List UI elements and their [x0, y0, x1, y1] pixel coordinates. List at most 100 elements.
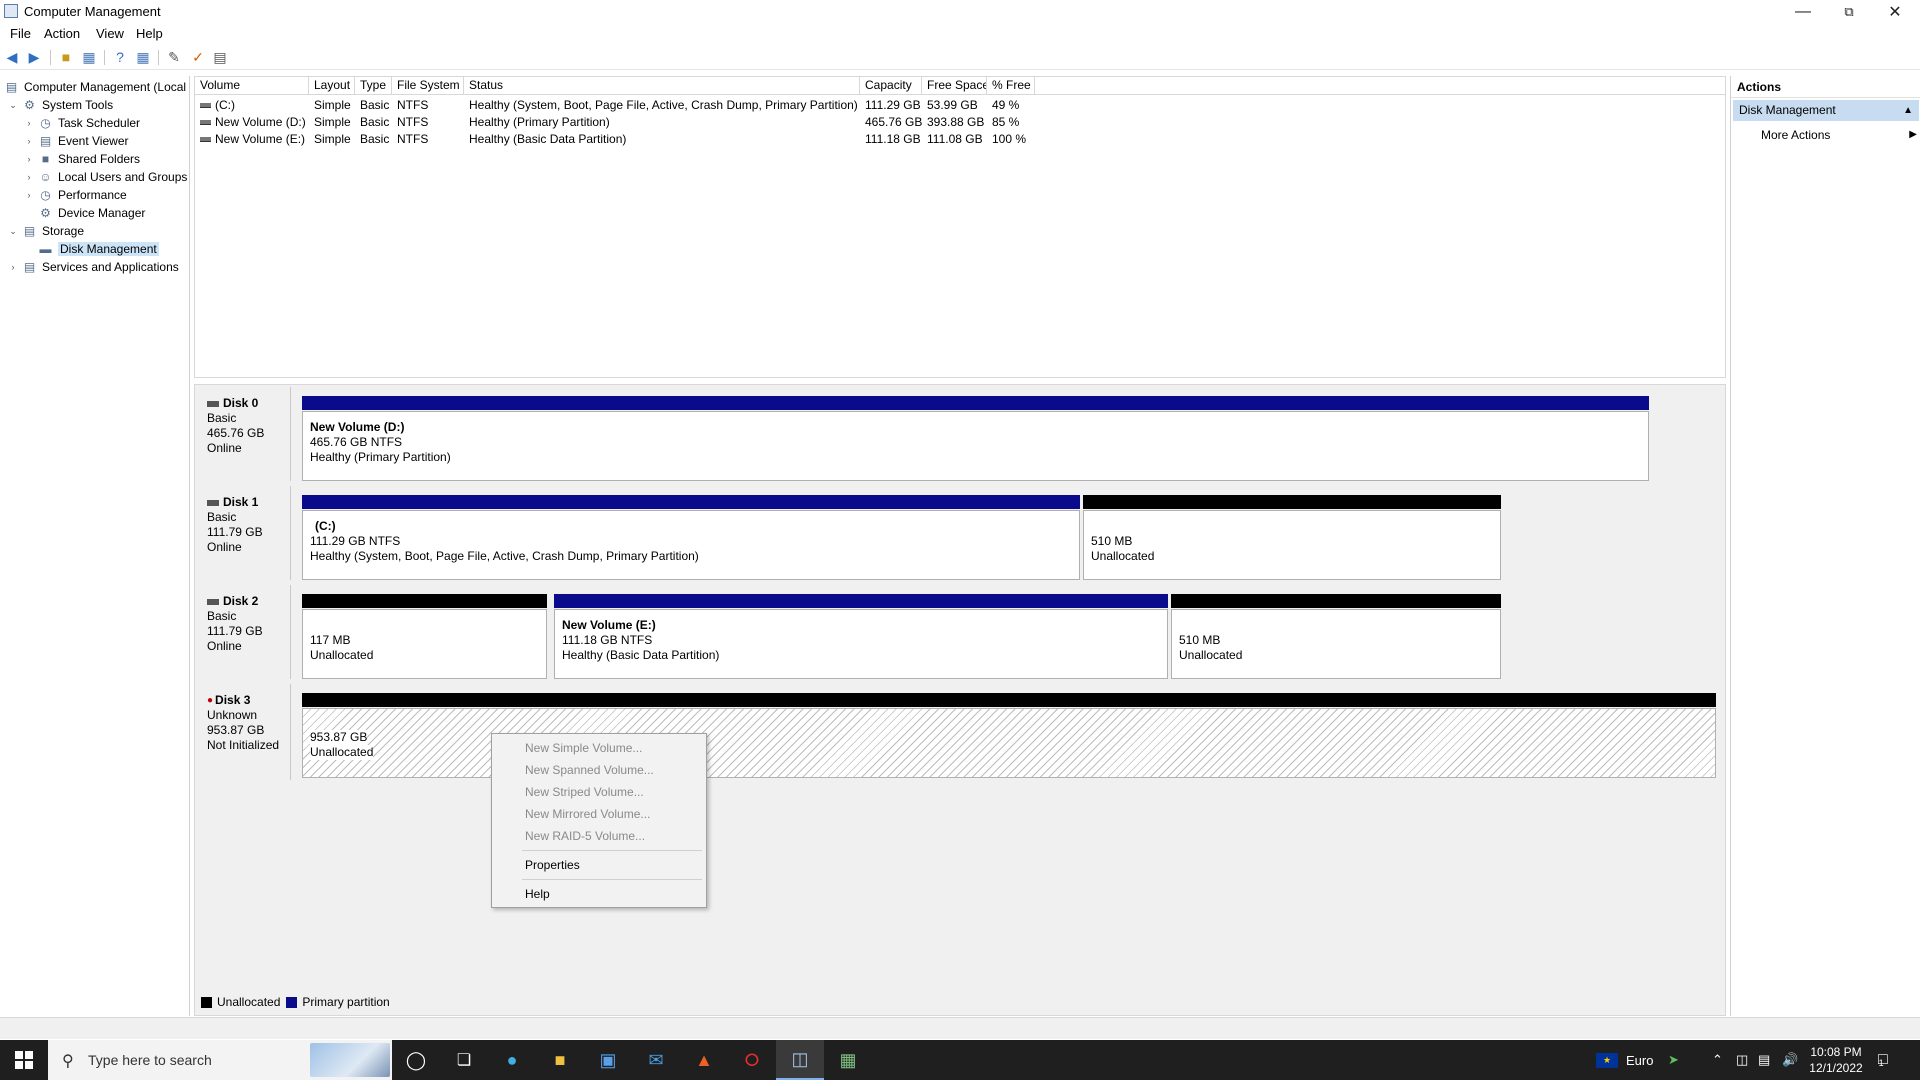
- currency-label[interactable]: Euro: [1626, 1040, 1653, 1080]
- disk-1-label[interactable]: Disk 1 Basic 111.79 GB Online: [197, 486, 291, 580]
- minimize-button[interactable]: —: [1780, 0, 1826, 23]
- expand-right-icon[interactable]: ›: [24, 136, 34, 146]
- table-cell: (C:): [195, 97, 309, 114]
- unallocated-bar: [302, 594, 547, 608]
- expand-right-icon[interactable]: ›: [24, 190, 34, 200]
- primary-partition-swatch: [286, 996, 298, 1008]
- title-bar: Computer Management — ⧉ ✕: [0, 0, 1920, 23]
- menu-action[interactable]: Action: [44, 26, 80, 41]
- table-row[interactable]: New Volume (E:) Simple Basic NTFS Healthy (B…: [195, 131, 1725, 148]
- edge-browser-icon[interactable]: ●: [488, 1040, 536, 1080]
- tree-item-shared-folders[interactable]: › ■ Shared Folders: [4, 150, 187, 168]
- column-header--free[interactable]: % Free: [987, 77, 1035, 95]
- tree-item-system-tools[interactable]: ⌄ ⚙ System Tools: [4, 96, 187, 114]
- partition-c-volume[interactable]: (C:) 111.29 GB NTFS Healthy (System, Boo…: [302, 495, 1080, 580]
- menu-new-striped-volume[interactable]: New Striped Volume...: [525, 785, 644, 799]
- device-icon[interactable]: ◫: [1736, 1040, 1748, 1080]
- expand-right-icon[interactable]: ›: [24, 172, 34, 182]
- column-header-layout[interactable]: Layout: [309, 77, 355, 95]
- menu-new-simple-volume[interactable]: New Simple Volume...: [525, 741, 642, 755]
- expand-down-icon[interactable]: ⌄: [8, 100, 18, 111]
- tree-label: Shared Folders: [58, 152, 141, 166]
- tree-item-task-scheduler[interactable]: › ◷ Task Scheduler: [4, 114, 187, 132]
- unallocated-bar: [302, 693, 1716, 707]
- menu-new-mirrored-volume[interactable]: New Mirrored Volume...: [525, 807, 650, 821]
- column-header-volume[interactable]: Volume: [195, 77, 309, 95]
- tray-app-icon[interactable]: ➤: [1668, 1040, 1679, 1080]
- disk-0-label[interactable]: Disk 0 Basic 465.76 GB Online: [197, 387, 291, 481]
- start-button[interactable]: [0, 1040, 48, 1080]
- tree-label: Local Users and Groups: [58, 170, 188, 184]
- tree-item-disk-management[interactable]: ▬ Disk Management: [4, 240, 187, 258]
- close-button[interactable]: ✕: [1872, 0, 1918, 23]
- tree-item-services-and-applications[interactable]: › ▤ Services and Applications: [4, 258, 187, 276]
- menu-properties[interactable]: Properties: [525, 858, 580, 872]
- column-header-file-system[interactable]: File System: [392, 77, 464, 95]
- opera-browser-icon[interactable]: ⭘: [728, 1040, 776, 1080]
- tree-item-event-viewer[interactable]: › ▤ Event Viewer: [4, 132, 187, 150]
- partition-e-volume[interactable]: New Volume (E:) 111.18 GB NTFS Healthy (…: [554, 594, 1168, 679]
- table-row[interactable]: New Volume (D:) Simple Basic NTFS Healthy (P…: [195, 114, 1725, 131]
- computer-management-taskbar-icon[interactable]: ◫: [776, 1040, 824, 1080]
- menu-view[interactable]: View: [96, 26, 124, 41]
- column-header-free-space[interactable]: Free Space: [922, 77, 987, 95]
- expand-down-icon[interactable]: ⌄: [8, 226, 18, 237]
- back-arrow-icon[interactable]: ◀: [4, 49, 20, 65]
- up-folder-icon[interactable]: ■: [58, 49, 74, 65]
- menu-help-item[interactable]: Help: [525, 887, 550, 901]
- partition-disk2-unallocated-117mb[interactable]: 117 MB Unallocated: [302, 594, 547, 679]
- menu-new-raid5-volume[interactable]: New RAID-5 Volume...: [525, 829, 645, 843]
- collapse-up-icon[interactable]: ▲: [1903, 100, 1913, 121]
- table-row[interactable]: (C:) Simple Basic NTFS Healthy (System, Boot…: [195, 97, 1725, 114]
- column-header-status[interactable]: Status: [464, 77, 860, 95]
- file-explorer-icon[interactable]: ■: [536, 1040, 584, 1080]
- actions-disk-management[interactable]: Disk Management ▲: [1733, 100, 1919, 121]
- brave-browser-icon[interactable]: ▲: [680, 1040, 728, 1080]
- notification-center-icon[interactable]: □ 1: [1878, 1040, 1888, 1080]
- tree-item-device-manager[interactable]: ⚙ Device Manager: [4, 204, 187, 222]
- partition-disk1-unallocated[interactable]: 510 MB Unallocated: [1083, 495, 1501, 580]
- local-users-and-groups-icon: ☺: [39, 170, 52, 184]
- tree-item-performance[interactable]: › ◷ Performance: [4, 186, 187, 204]
- menu-new-spanned-volume[interactable]: New Spanned Volume...: [525, 763, 654, 777]
- actions-header: Actions: [1731, 76, 1920, 98]
- connect-icon[interactable]: ✎: [166, 49, 182, 65]
- tree-root-computer-management[interactable]: ▤ Computer Management (Local: [4, 78, 187, 96]
- disk-name: Disk 1: [223, 495, 259, 509]
- clock[interactable]: 10:08 PM 12/1/2022: [1808, 1044, 1864, 1076]
- column-header-capacity[interactable]: Capacity: [860, 77, 922, 95]
- taskbar-search[interactable]: ⚲ Type here to search: [48, 1040, 392, 1080]
- expand-right-icon[interactable]: ›: [24, 118, 34, 128]
- show-hide-tree-icon[interactable]: ▦: [81, 49, 97, 65]
- show-hidden-icons[interactable]: ⌃: [1712, 1040, 1723, 1080]
- more-actions[interactable]: More Actions ▶: [1761, 126, 1919, 144]
- tree-item-local-users-and-groups[interactable]: › ☺ Local Users and Groups: [4, 168, 188, 186]
- properties-icon[interactable]: ▤: [212, 49, 228, 65]
- disk-2-label[interactable]: Disk 2 Basic 111.79 GB Online: [197, 585, 291, 679]
- disk-3-label[interactable]: ● Disk 3 Unknown 953.87 GB Not Initialize…: [197, 684, 291, 780]
- help-icon[interactable]: ?: [112, 49, 128, 65]
- volume-icon[interactable]: 🔊: [1782, 1040, 1798, 1080]
- cell-text: Simple: [314, 132, 351, 146]
- language-flag-icon[interactable]: ★: [1596, 1040, 1618, 1080]
- forward-arrow-icon[interactable]: ▶: [26, 49, 42, 65]
- image-app-icon[interactable]: ▦: [824, 1040, 872, 1080]
- menu-help[interactable]: Help: [136, 26, 163, 41]
- tree-item-storage[interactable]: ⌄ ▤ Storage: [4, 222, 187, 240]
- network-icon[interactable]: ▤: [1758, 1040, 1770, 1080]
- cortana-icon[interactable]: ◯: [392, 1040, 440, 1080]
- action-pane-icon[interactable]: ▦: [135, 49, 151, 65]
- mail-icon[interactable]: ✉: [632, 1040, 680, 1080]
- restore-button[interactable]: ⧉: [1826, 0, 1872, 23]
- disk-state: Online: [207, 639, 242, 653]
- cell-text: Simple: [314, 98, 351, 112]
- check-icon[interactable]: ✓: [190, 49, 206, 65]
- task-view-icon[interactable]: ❏: [440, 1040, 488, 1080]
- partition-d-volume[interactable]: New Volume (D:) 465.76 GB NTFS Healthy (…: [302, 396, 1649, 481]
- partition-disk2-unallocated-510mb[interactable]: 510 MB Unallocated: [1171, 594, 1501, 679]
- menu-file[interactable]: File: [10, 26, 31, 41]
- store-icon[interactable]: ▣: [584, 1040, 632, 1080]
- expand-right-icon[interactable]: ›: [24, 154, 34, 164]
- column-header-type[interactable]: Type: [355, 77, 392, 95]
- expand-right-icon[interactable]: ›: [8, 262, 18, 272]
